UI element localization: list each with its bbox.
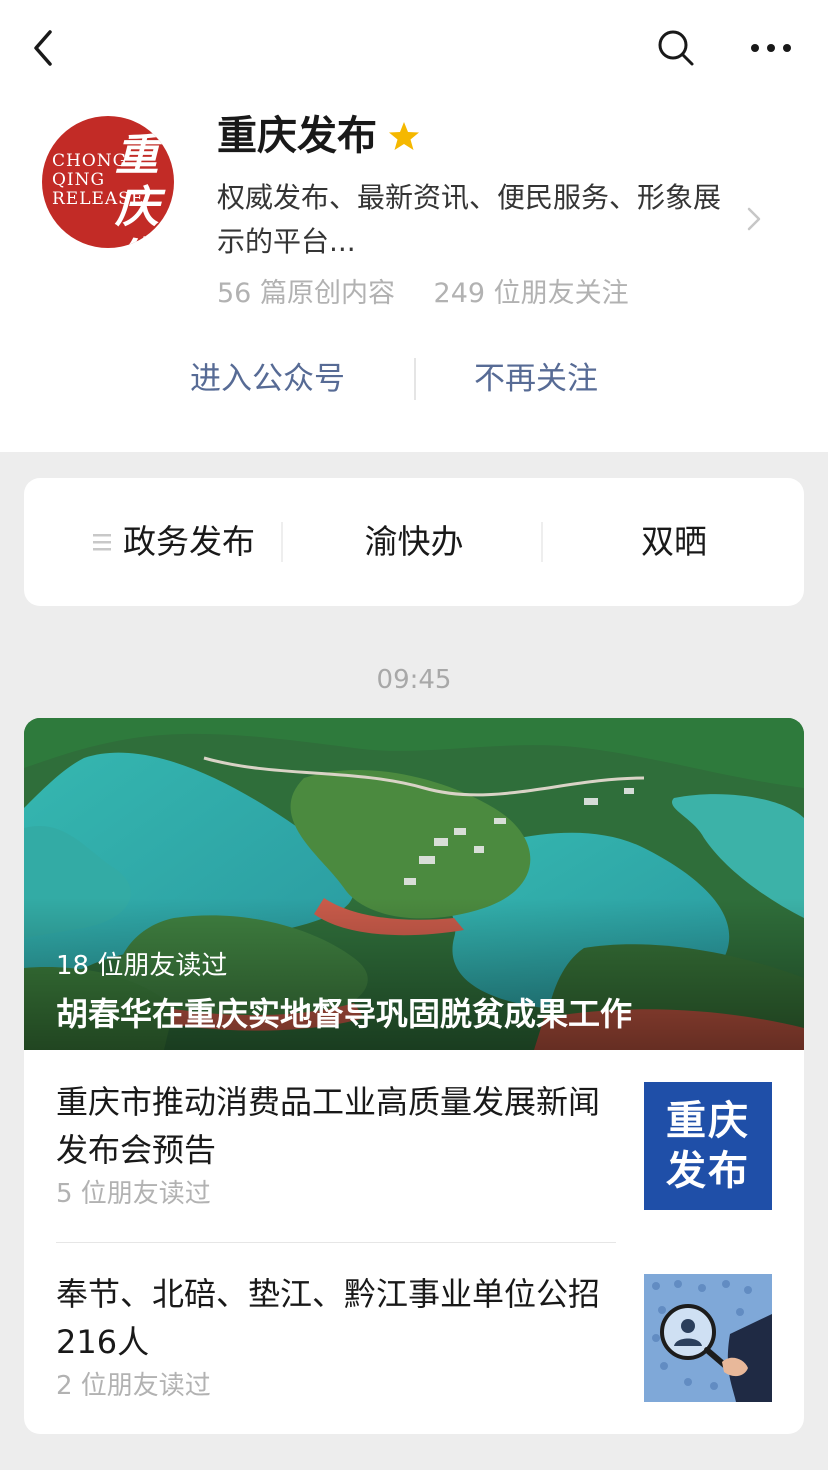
article-title: 重庆市推动消费品工业高质量发展新闻发布会预告: [56, 1083, 601, 1169]
magnifier-person-icon: [644, 1274, 772, 1402]
menu-item-yukuaiban[interactable]: 渝快办: [284, 478, 544, 606]
article-thumbnail: 重庆 发布: [644, 1082, 772, 1210]
search-icon[interactable]: [656, 28, 696, 68]
unfollow-button[interactable]: 不再关注: [474, 352, 598, 406]
friends-following: 249 位朋友关注: [433, 278, 629, 309]
action-divider: [414, 358, 416, 400]
avatar-han-text: 重庆发布: [115, 130, 159, 248]
article-title: 奉节、北碚、垫江、黔江事业单位公招216人: [56, 1275, 601, 1361]
profile-header: CHONG QING RELEASE 重庆发布 重庆发布 权威发布、最新资讯、便…: [0, 0, 828, 452]
menu-divider: [541, 522, 543, 562]
hamburger-icon: [93, 533, 111, 550]
menu-divider: [281, 522, 283, 562]
account-menu: 政务发布 渝快办 双晒: [24, 478, 804, 606]
article-card: 18 位朋友读过 胡春华在重庆实地督导巩固脱贫成果工作 重庆市推动消费品工业高质…: [24, 718, 804, 1434]
article-reads: 5 位朋友读过: [56, 1179, 211, 1209]
menu-item-shuangshai[interactable]: 双晒: [544, 478, 804, 606]
article-reads: 2 位朋友读过: [56, 1371, 211, 1401]
hero-reads: 18 位朋友读过: [56, 951, 228, 981]
account-name: 重庆发布: [217, 113, 377, 159]
list-item[interactable]: 奉节、北碚、垫江、黔江事业单位公招216人 2 位朋友读过: [24, 1242, 804, 1434]
account-description[interactable]: 权威发布、最新资讯、便民服务、形象展示的平台...: [217, 176, 737, 264]
list-item[interactable]: 重庆市推动消费品工业高质量发展新闻发布会预告 5 位朋友读过 重庆 发布: [24, 1050, 804, 1242]
account-stats: 56 篇原创内容 249 位朋友关注: [217, 276, 659, 312]
chevron-right-icon[interactable]: [744, 204, 764, 234]
menu-item-label: 政务发布: [123, 522, 255, 561]
star-icon: [389, 122, 419, 150]
menu-item-zhengwu[interactable]: 政务发布: [44, 478, 304, 606]
message-time: 09:45: [376, 665, 452, 695]
more-dots-icon[interactable]: [748, 28, 794, 68]
hero-article[interactable]: 18 位朋友读过 胡春华在重庆实地督导巩固脱贫成果工作: [24, 718, 804, 1050]
avatar[interactable]: CHONG QING RELEASE 重庆发布: [42, 116, 174, 248]
article-thumbnail: [644, 1274, 772, 1402]
enter-account-button[interactable]: 进入公众号: [190, 352, 345, 406]
hero-title: 胡春华在重庆实地督导巩固脱贫成果工作: [56, 995, 633, 1033]
action-row: 进入公众号 不再关注: [0, 352, 828, 406]
chevron-left-icon[interactable]: [28, 28, 64, 68]
original-count: 56 篇原创内容: [217, 278, 395, 309]
